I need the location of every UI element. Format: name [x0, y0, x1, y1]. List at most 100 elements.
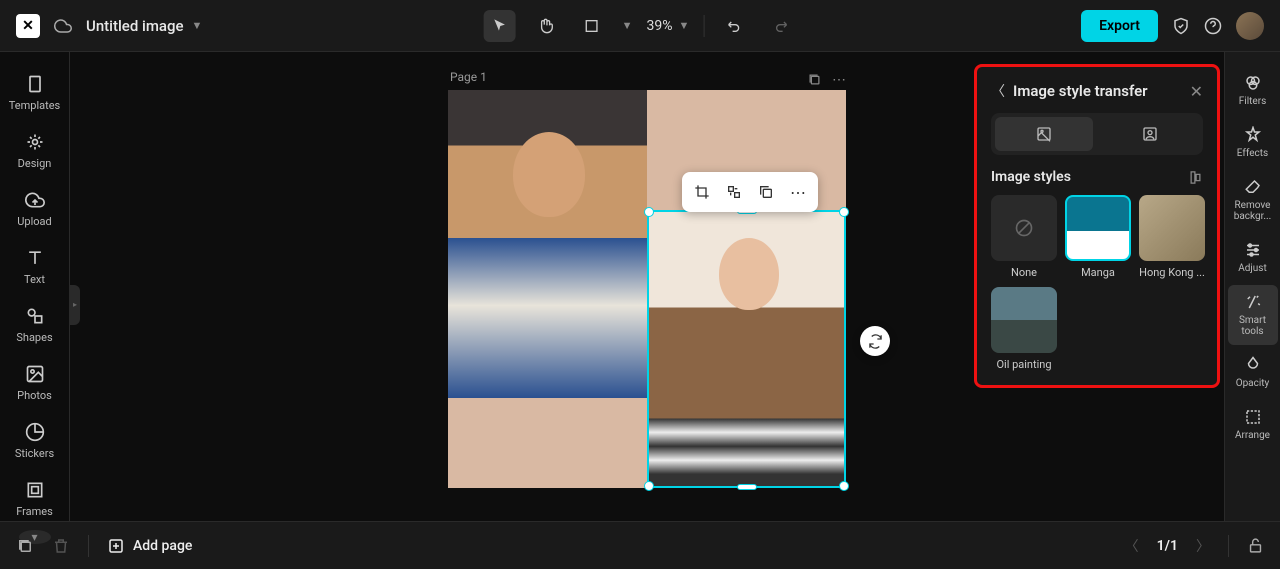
next-page-icon[interactable]: 〉 [1196, 536, 1210, 556]
rsidebar-item-effects[interactable]: Effects [1228, 118, 1278, 167]
rsidebar-item-smart-tools[interactable]: Smart tools [1228, 285, 1278, 345]
cloud-icon[interactable] [54, 17, 72, 35]
panel-header: 〈 Image style transfer ✕ [991, 81, 1203, 101]
duplicate-page-icon[interactable] [807, 72, 822, 88]
redo-button[interactable] [764, 10, 796, 42]
canvas-page[interactable] [448, 90, 846, 488]
sidebar-label: Text [24, 273, 45, 286]
frames-icon [25, 480, 45, 500]
style-label: Hong Kong ... [1139, 266, 1205, 279]
back-icon[interactable]: 〈 [991, 81, 1005, 101]
document-title[interactable]: Untitled image ▼ [86, 17, 202, 35]
page-more-icon[interactable]: ⋯ [832, 72, 846, 88]
sidebar-item-text[interactable]: Text [4, 240, 66, 294]
style-none[interactable]: None [991, 195, 1057, 279]
zoom-value: 39% [647, 18, 673, 34]
frame-tool[interactable] [576, 10, 608, 42]
style-oilpainting[interactable]: Oil painting [991, 287, 1057, 371]
export-button[interactable]: Export [1081, 10, 1158, 42]
rsidebar-item-arrange[interactable]: Arrange [1228, 400, 1278, 449]
bottom-bar: Add page 〈 1/1 〉 [0, 521, 1280, 569]
photos-icon [25, 364, 45, 384]
crop-button[interactable] [688, 178, 716, 206]
tab-reference[interactable] [1101, 117, 1199, 151]
rsidebar-item-opacity[interactable]: Opacity [1228, 348, 1278, 397]
top-bar: ✕ Untitled image ▼ ▼ 39% ▼ Export [0, 0, 1280, 52]
rsidebar-item-filters[interactable]: Filters [1228, 66, 1278, 115]
style-manga[interactable]: Manga [1065, 195, 1131, 279]
zoom-chevron-icon: ▼ [679, 19, 690, 32]
rsidebar-label: Smart tools [1230, 315, 1276, 337]
page-label: Page 1 [448, 70, 487, 84]
adjust-icon [1244, 241, 1262, 259]
design-icon [25, 132, 45, 152]
arrange-icon [1244, 408, 1262, 426]
tab-image[interactable] [995, 117, 1093, 151]
separator [1228, 535, 1229, 557]
shapes-icon [25, 306, 45, 326]
topbar-left: ✕ Untitled image ▼ [16, 14, 202, 38]
style-transfer-panel: 〈 Image style transfer ✕ Image styles No… [974, 64, 1220, 388]
zoom-control[interactable]: 39% ▼ [647, 18, 690, 34]
sidebar-item-upload[interactable]: Upload [4, 182, 66, 236]
panel-subtitle: Image styles [991, 169, 1071, 185]
opacity-icon [1244, 356, 1262, 374]
delete-icon[interactable] [52, 537, 70, 555]
separator [703, 15, 704, 37]
sidebar-label: Shapes [16, 331, 52, 344]
frame-chevron-icon[interactable]: ▼ [622, 19, 633, 32]
sidebar-item-frames[interactable]: Frames [4, 472, 66, 526]
help-icon[interactable] [1204, 17, 1222, 35]
page-counter: 1/1 [1157, 538, 1178, 554]
effects-icon [1244, 126, 1262, 144]
rsidebar-item-adjust[interactable]: Adjust [1228, 233, 1278, 282]
app-logo[interactable]: ✕ [16, 14, 40, 38]
panel-subheader: Image styles [991, 169, 1203, 185]
shield-icon[interactable] [1172, 17, 1190, 35]
add-page-button[interactable]: Add page [107, 537, 192, 555]
style-thumb-oil [991, 287, 1057, 353]
style-hongkong[interactable]: Hong Kong ... [1139, 195, 1205, 279]
pointer-tool[interactable] [484, 10, 516, 42]
prev-page-icon[interactable]: 〈 [1125, 536, 1139, 556]
sidebar-label: Frames [16, 505, 53, 518]
bottombar-right: 〈 1/1 〉 [1125, 535, 1264, 557]
right-image[interactable] [647, 210, 846, 488]
magic-icon [1244, 293, 1262, 311]
sidebar-item-stickers[interactable]: Stickers [4, 414, 66, 468]
style-thumb-hongkong [1139, 195, 1205, 261]
hand-tool[interactable] [530, 10, 562, 42]
style-label: None [1011, 266, 1037, 279]
styles-grid: None Manga Hong Kong ... Oil painting [991, 195, 1203, 371]
close-icon[interactable]: ✕ [1190, 82, 1203, 101]
floating-toolbar: ⋯ [682, 172, 818, 212]
copy-button[interactable] [752, 178, 780, 206]
left-image[interactable] [448, 90, 647, 398]
user-avatar[interactable] [1236, 12, 1264, 40]
sidebar-item-shapes[interactable]: Shapes [4, 298, 66, 352]
rsidebar-label: Arrange [1235, 430, 1270, 441]
sidebar-item-photos[interactable]: Photos [4, 356, 66, 410]
page-toolbar: ⋯ [807, 72, 846, 88]
sidebar-item-templates[interactable]: Templates [4, 66, 66, 120]
rsidebar-label: Remove backgr... [1230, 200, 1276, 222]
sidebar-label: Design [18, 157, 52, 170]
more-button[interactable]: ⋯ [784, 178, 812, 206]
sidebar-item-design[interactable]: Design [4, 124, 66, 178]
style-label: Manga [1081, 266, 1115, 279]
panel-title: Image style transfer [1013, 82, 1182, 100]
lock-icon[interactable] [1247, 537, 1264, 554]
add-page-icon [107, 537, 125, 555]
aspect-icon[interactable] [1188, 170, 1203, 185]
replace-button[interactable] [720, 178, 748, 206]
undo-button[interactable] [718, 10, 750, 42]
topbar-center: ▼ 39% ▼ [484, 10, 797, 42]
rsidebar-label: Effects [1237, 148, 1268, 159]
chevron-down-icon: ▼ [192, 19, 203, 32]
pages-icon[interactable] [16, 537, 34, 555]
rsidebar-label: Opacity [1236, 378, 1270, 389]
rsidebar-label: Filters [1239, 96, 1267, 107]
rsidebar-item-remove-bg[interactable]: Remove backgr... [1228, 170, 1278, 230]
filters-icon [1244, 74, 1262, 92]
regenerate-button[interactable] [860, 326, 890, 356]
